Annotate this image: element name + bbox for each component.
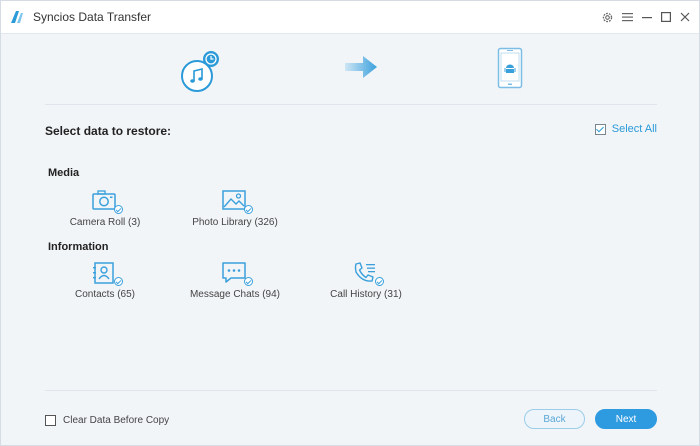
- title-bar: Syncios Data Transfer: [1, 1, 699, 34]
- menu-icon[interactable]: [619, 9, 635, 25]
- select-all-label: Select All: [611, 123, 657, 135]
- clear-data-label: Clear Data Before Copy: [63, 415, 170, 426]
- item-message-chats[interactable]: Message Chats (94): [175, 261, 295, 300]
- item-photo-library[interactable]: Photo Library (326): [175, 189, 295, 228]
- top-divider: [45, 104, 657, 105]
- photo-icon: [221, 189, 253, 214]
- transfer-header: [1, 34, 699, 104]
- item-contacts[interactable]: Contacts (65): [45, 261, 165, 300]
- back-button[interactable]: Back: [524, 409, 585, 429]
- selected-check-icon: [114, 277, 123, 286]
- page-title: Select data to restore:: [45, 124, 172, 138]
- phone-call-icon: [352, 261, 384, 286]
- group-label-media: Media: [48, 167, 80, 179]
- app-title: Syncios Data Transfer: [33, 10, 152, 24]
- selected-check-icon: [375, 277, 384, 286]
- item-label: Message Chats (94): [189, 289, 281, 300]
- next-button[interactable]: Next: [595, 409, 657, 429]
- app-logo-icon: [9, 9, 25, 25]
- contacts-icon: [91, 261, 123, 286]
- message-icon: [221, 261, 253, 286]
- item-label: Camera Roll (3): [69, 217, 141, 228]
- bottom-divider: [45, 390, 657, 391]
- arrow-right-icon: [343, 54, 379, 85]
- select-all-toggle[interactable]: Select All: [594, 123, 657, 135]
- clear-data-checkbox[interactable]: [45, 415, 56, 426]
- gear-icon[interactable]: [599, 9, 615, 25]
- android-phone-icon: [497, 47, 523, 94]
- group-label-information: Information: [48, 241, 109, 253]
- selected-check-icon: [244, 277, 253, 286]
- close-icon[interactable]: [677, 9, 693, 25]
- selected-check-icon: [114, 205, 123, 214]
- camera-icon: [91, 189, 123, 214]
- item-call-history[interactable]: Call History (31): [306, 261, 426, 300]
- music-backup-icon: [179, 50, 223, 94]
- selected-check-icon: [244, 205, 253, 214]
- item-label: Contacts (65): [74, 289, 136, 300]
- item-label: Call History (31): [330, 289, 402, 300]
- minimize-icon[interactable]: [639, 9, 655, 25]
- app-window: Syncios Data Transfer Select data to res…: [0, 0, 700, 446]
- item-camera-roll[interactable]: Camera Roll (3): [45, 189, 165, 228]
- clear-data-toggle[interactable]: Clear Data Before Copy: [45, 415, 169, 426]
- select-all-checkbox[interactable]: [594, 123, 606, 135]
- maximize-icon[interactable]: [658, 9, 674, 25]
- item-label: Photo Library (326): [192, 217, 278, 228]
